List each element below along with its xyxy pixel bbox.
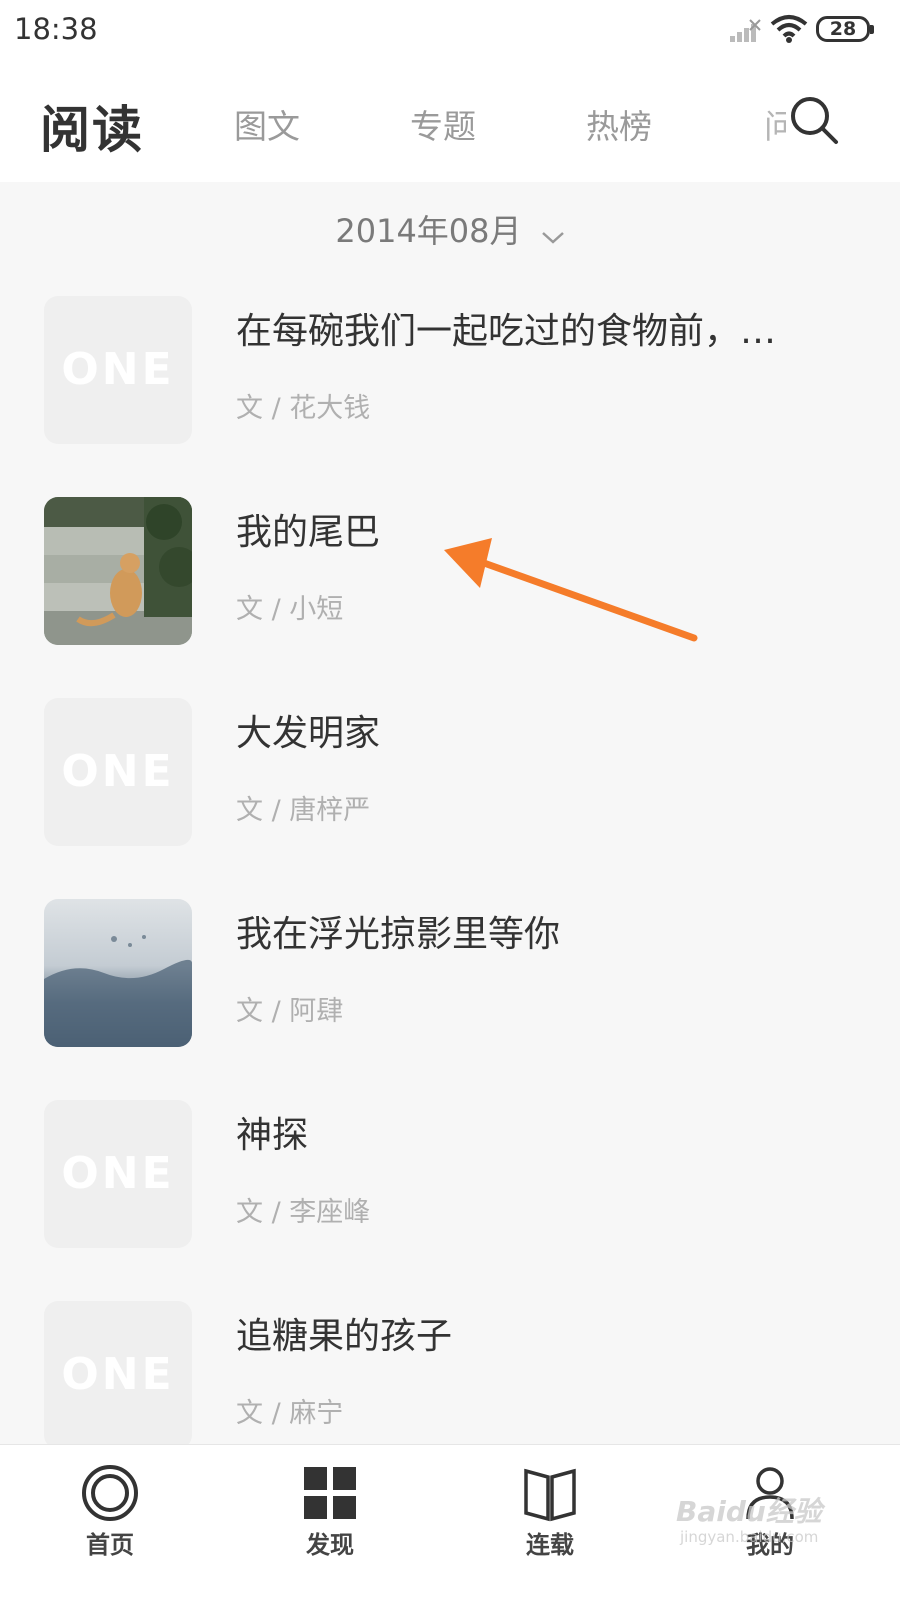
grid-icon	[304, 1467, 356, 1519]
nav-serial[interactable]: 连载	[490, 1445, 610, 1601]
article-author: 文 / 李座峰	[236, 1197, 371, 1228]
tab-qa[interactable]: 问	[764, 100, 786, 148]
cat-photo-image	[44, 497, 192, 645]
article-author: 文 / 小短	[236, 594, 344, 625]
annotation-arrow-icon	[444, 538, 698, 642]
page-title: 阅读	[40, 101, 144, 159]
article-author: 文 / 阿肆	[236, 996, 344, 1027]
search-icon[interactable]	[786, 92, 842, 148]
list-item[interactable]: 我在浮光掠影里等你 文 / 阿肆	[0, 899, 900, 1059]
header: 阅读 图文 专题 热榜 问	[0, 62, 900, 182]
article-thumbnail: ONE	[44, 698, 192, 846]
list-item[interactable]: ONE 神探 文 / 李座峰	[0, 1100, 900, 1260]
list-item[interactable]: ONE 在每碗我们一起吃过的食物前，… 文 / 花大钱	[0, 296, 900, 456]
battery-indicator: 28	[816, 16, 874, 42]
one-logo: ONE	[61, 344, 175, 395]
nav-discover[interactable]: 发现	[270, 1445, 390, 1601]
article-title: 大发明家	[236, 713, 381, 754]
one-logo: ONE	[61, 1148, 175, 1199]
status-time: 18:38	[14, 12, 98, 46]
home-circle-icon	[82, 1465, 138, 1521]
article-thumbnail: ONE	[44, 1100, 192, 1248]
wifi-icon	[770, 15, 808, 43]
list-item[interactable]: ONE 追糖果的孩子 文 / 麻宁	[0, 1301, 900, 1461]
list-item[interactable]: ONE 大发明家 文 / 唐梓严	[0, 698, 900, 858]
article-title: 我的尾巴	[236, 512, 381, 553]
article-author: 文 / 花大钱	[236, 393, 371, 424]
one-logo: ONE	[61, 746, 175, 797]
article-thumbnail-cat-photo	[44, 497, 192, 645]
article-thumbnail: ONE	[44, 296, 192, 444]
nav-home-label: 首页	[86, 1531, 134, 1559]
watermark: Baidu经验	[676, 1495, 822, 1528]
tab-image-text[interactable]: 图文	[234, 100, 300, 148]
nav-serial-label: 连载	[526, 1531, 574, 1559]
article-title: 在每碗我们一起吃过的食物前，…	[236, 311, 777, 352]
signal-icon	[730, 19, 761, 42]
nav-discover-label: 发现	[306, 1531, 354, 1559]
article-title: 追糖果的孩子	[236, 1316, 453, 1357]
nav-home[interactable]: 首页	[50, 1445, 170, 1601]
article-author: 文 / 唐梓严	[236, 795, 371, 826]
tab-topics[interactable]: 专题	[410, 100, 476, 148]
month-selector[interactable]: 2014年08月	[0, 196, 900, 266]
chevron-down-icon	[541, 231, 564, 244]
article-title: 神探	[236, 1115, 309, 1156]
book-icon	[524, 1468, 576, 1522]
status-bar: 18:38 28	[0, 0, 900, 62]
article-author: 文 / 麻宁	[236, 1398, 344, 1429]
article-title: 我在浮光掠影里等你	[236, 914, 561, 955]
article-thumbnail: ONE	[44, 1301, 192, 1449]
one-logo: ONE	[61, 1349, 175, 1400]
watermark-url: jingyan.baidu.com	[680, 1528, 819, 1546]
water-photo-image	[44, 899, 192, 1047]
article-thumbnail-water-photo	[44, 899, 192, 1047]
month-label: 2014年08月	[335, 212, 522, 250]
tab-hot-list[interactable]: 热榜	[586, 100, 652, 148]
